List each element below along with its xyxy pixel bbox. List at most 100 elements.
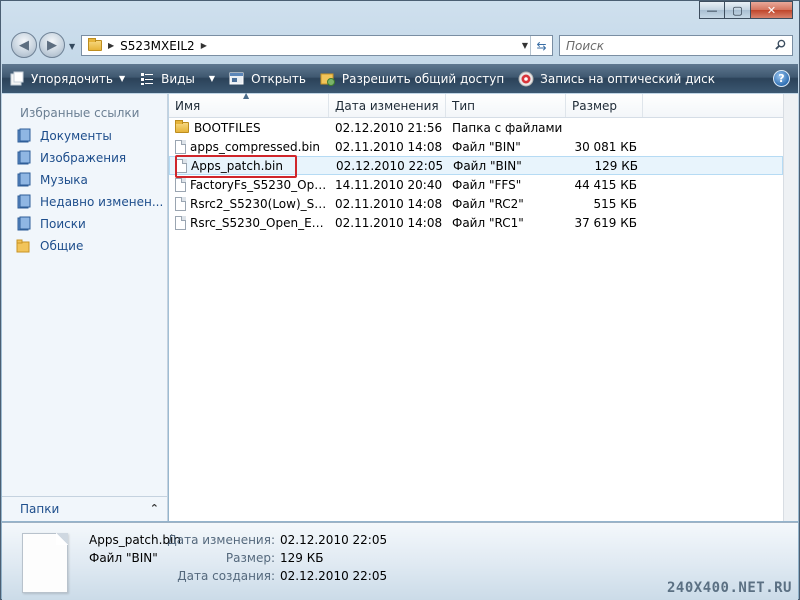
file-name: FactoryFs_S5230_Open... — [190, 177, 329, 192]
table-row[interactable]: Rsrc2_S5230(Low)_SER... 02.11.2010 14:08… — [169, 194, 783, 213]
sidebar-item-label: Поиски — [40, 217, 86, 231]
close-button[interactable]: ✕ — [751, 1, 793, 19]
chevron-down-icon: ▼ — [208, 74, 216, 83]
public-folder-icon — [16, 239, 30, 253]
column-header-size[interactable]: Размер — [566, 94, 643, 117]
details-modified-value: 02.12.2010 22:05 — [280, 533, 388, 547]
sidebar-item-documents[interactable]: Документы — [2, 125, 167, 147]
help-icon[interactable]: ? — [773, 70, 790, 87]
breadcrumb-current[interactable]: S523MXEIL2 — [120, 39, 195, 53]
folders-label: Папки — [20, 502, 60, 516]
sidebar-item-public[interactable]: Общие — [2, 235, 167, 257]
file-date: 14.11.2010 20:40 — [335, 177, 443, 192]
file-name: Apps_patch.bin — [191, 158, 283, 173]
views-label: Виды — [161, 71, 195, 86]
vertical-scrollbar[interactable] — [783, 94, 798, 521]
file-icon — [175, 196, 186, 211]
navigation-bar: ◀ ▶ ▼ ▶ S523MXEIL2 ▶ ▼ ⇆ Поиск — [9, 29, 793, 61]
back-arrow-icon: ◀ — [19, 37, 29, 53]
breadcrumb-chevron-icon[interactable]: ▶ — [201, 41, 207, 50]
file-date: 02.11.2010 14:08 — [335, 196, 443, 211]
open-label: Открыть — [251, 71, 306, 86]
music-icon — [17, 172, 31, 187]
table-row[interactable]: FactoryFs_S5230_Open... 14.11.2010 20:40… — [169, 175, 783, 194]
sidebar-item-pictures[interactable]: Изображения — [2, 147, 167, 169]
file-icon — [175, 177, 186, 192]
file-date: 02.12.2010 22:05 — [336, 158, 444, 173]
file-date: 02.11.2010 14:08 — [335, 139, 443, 154]
watermark: 240X400.NET.RU — [666, 580, 792, 596]
file-size: 44 415 КБ — [574, 177, 637, 192]
file-name: BOOTFILES — [194, 120, 261, 135]
file-rows: BOOTFILES 02.12.2010 21:56 Папка с файла… — [169, 118, 783, 232]
file-type: Файл "BIN" — [453, 158, 522, 173]
sidebar-item-music[interactable]: Музыка — [2, 169, 167, 191]
sidebar-item-label: Музыка — [40, 173, 88, 187]
sidebar-item-label: Документы — [40, 129, 112, 143]
details-file-type: Файл "BIN" — [89, 551, 158, 565]
search-input[interactable]: Поиск — [559, 35, 793, 56]
organize-label: Упорядочить — [31, 71, 113, 86]
command-bar: Упорядочить ▼ Виды ▼ Открыть Разрешить о… — [2, 64, 798, 93]
file-date: 02.12.2010 21:56 — [335, 120, 443, 135]
file-size: 129 КБ — [594, 158, 638, 173]
table-row[interactable]: BOOTFILES 02.12.2010 21:56 Папка с файла… — [169, 118, 783, 137]
favorite-links-header: Избранные ссылки — [20, 106, 140, 120]
file-type: Папка с файлами — [452, 120, 563, 135]
forward-arrow-icon: ▶ — [47, 37, 57, 53]
file-list: ▲ Имя Дата изменения Тип Размер BOOTFILE… — [169, 91, 783, 521]
views-icon — [139, 71, 155, 87]
breadcrumb-separator-icon[interactable]: ▶ — [108, 41, 114, 50]
details-size-label: Размер: — [225, 551, 275, 565]
open-button[interactable]: Открыть — [222, 64, 313, 93]
details-modified-label: Дата изменения: — [167, 533, 275, 547]
views-button[interactable]: Виды ▼ — [132, 64, 222, 93]
organize-button[interactable]: Упорядочить ▼ — [2, 64, 132, 93]
file-icon — [175, 215, 186, 230]
search-icon[interactable] — [775, 39, 786, 50]
burn-button[interactable]: Запись на оптический диск — [511, 64, 722, 93]
forward-button[interactable]: ▶ — [39, 32, 65, 58]
file-name: Rsrc_S5230_Open_Euro... — [190, 215, 329, 230]
share-label: Разрешить общий доступ — [341, 71, 505, 86]
column-headers: ▲ Имя Дата изменения Тип Размер — [169, 91, 783, 118]
column-header-name[interactable]: ▲ Имя — [169, 91, 329, 117]
recent-icon — [17, 194, 31, 209]
file-size: 37 619 КБ — [574, 215, 637, 230]
file-type: Файл "RC1" — [452, 215, 524, 230]
chevron-up-icon: ⌃ — [149, 502, 159, 515]
burn-label: Запись на оптический диск — [540, 71, 716, 86]
navigation-pane: Избранные ссылки Документы Изображения М… — [2, 94, 168, 521]
table-row[interactable]: Rsrc_S5230_Open_Euro... 02.11.2010 14:08… — [169, 213, 783, 232]
table-row-selected[interactable]: Apps_patch.bin 02.12.2010 22:05 Файл "BI… — [169, 156, 783, 175]
address-bar[interactable]: ▶ S523MXEIL2 ▶ ▼ ⇆ — [81, 35, 553, 56]
sidebar-item-searches[interactable]: Поиски — [2, 213, 167, 235]
sidebar-item-label: Общие — [40, 239, 84, 253]
sidebar-item-recent[interactable]: Недавно изменен... — [2, 191, 167, 213]
chevron-down-icon: ▼ — [118, 74, 126, 83]
searches-icon — [17, 216, 31, 231]
file-icon — [175, 139, 186, 154]
sidebar-item-label: Недавно изменен... — [40, 195, 164, 209]
address-dropdown[interactable]: ▼ — [522, 41, 528, 50]
share-icon — [320, 71, 336, 87]
minimize-button[interactable]: — — [699, 1, 725, 19]
folders-toggle[interactable]: Папки ⌃ — [2, 496, 167, 521]
organize-icon — [9, 71, 25, 87]
file-type: Файл "RC2" — [452, 196, 524, 211]
folder-icon — [175, 120, 189, 133]
disc-burn-icon — [518, 71, 534, 87]
column-header-date[interactable]: Дата изменения — [329, 94, 446, 117]
file-name: Rsrc2_S5230(Low)_SER... — [190, 196, 329, 211]
refresh-button[interactable]: ⇆ — [530, 36, 552, 55]
recent-pages-dropdown[interactable]: ▼ — [69, 42, 75, 51]
table-row[interactable]: apps_compressed.bin 02.11.2010 14:08 Фай… — [169, 137, 783, 156]
back-button[interactable]: ◀ — [11, 32, 37, 58]
column-header-type[interactable]: Тип — [446, 94, 566, 117]
share-button[interactable]: Разрешить общий доступ — [313, 64, 511, 93]
file-type: Файл "FFS" — [452, 177, 522, 192]
file-type: Файл "BIN" — [452, 139, 521, 154]
maximize-button[interactable]: ▢ — [725, 1, 751, 19]
details-size-value: 129 КБ — [280, 551, 324, 565]
file-date: 02.11.2010 14:08 — [335, 215, 443, 230]
